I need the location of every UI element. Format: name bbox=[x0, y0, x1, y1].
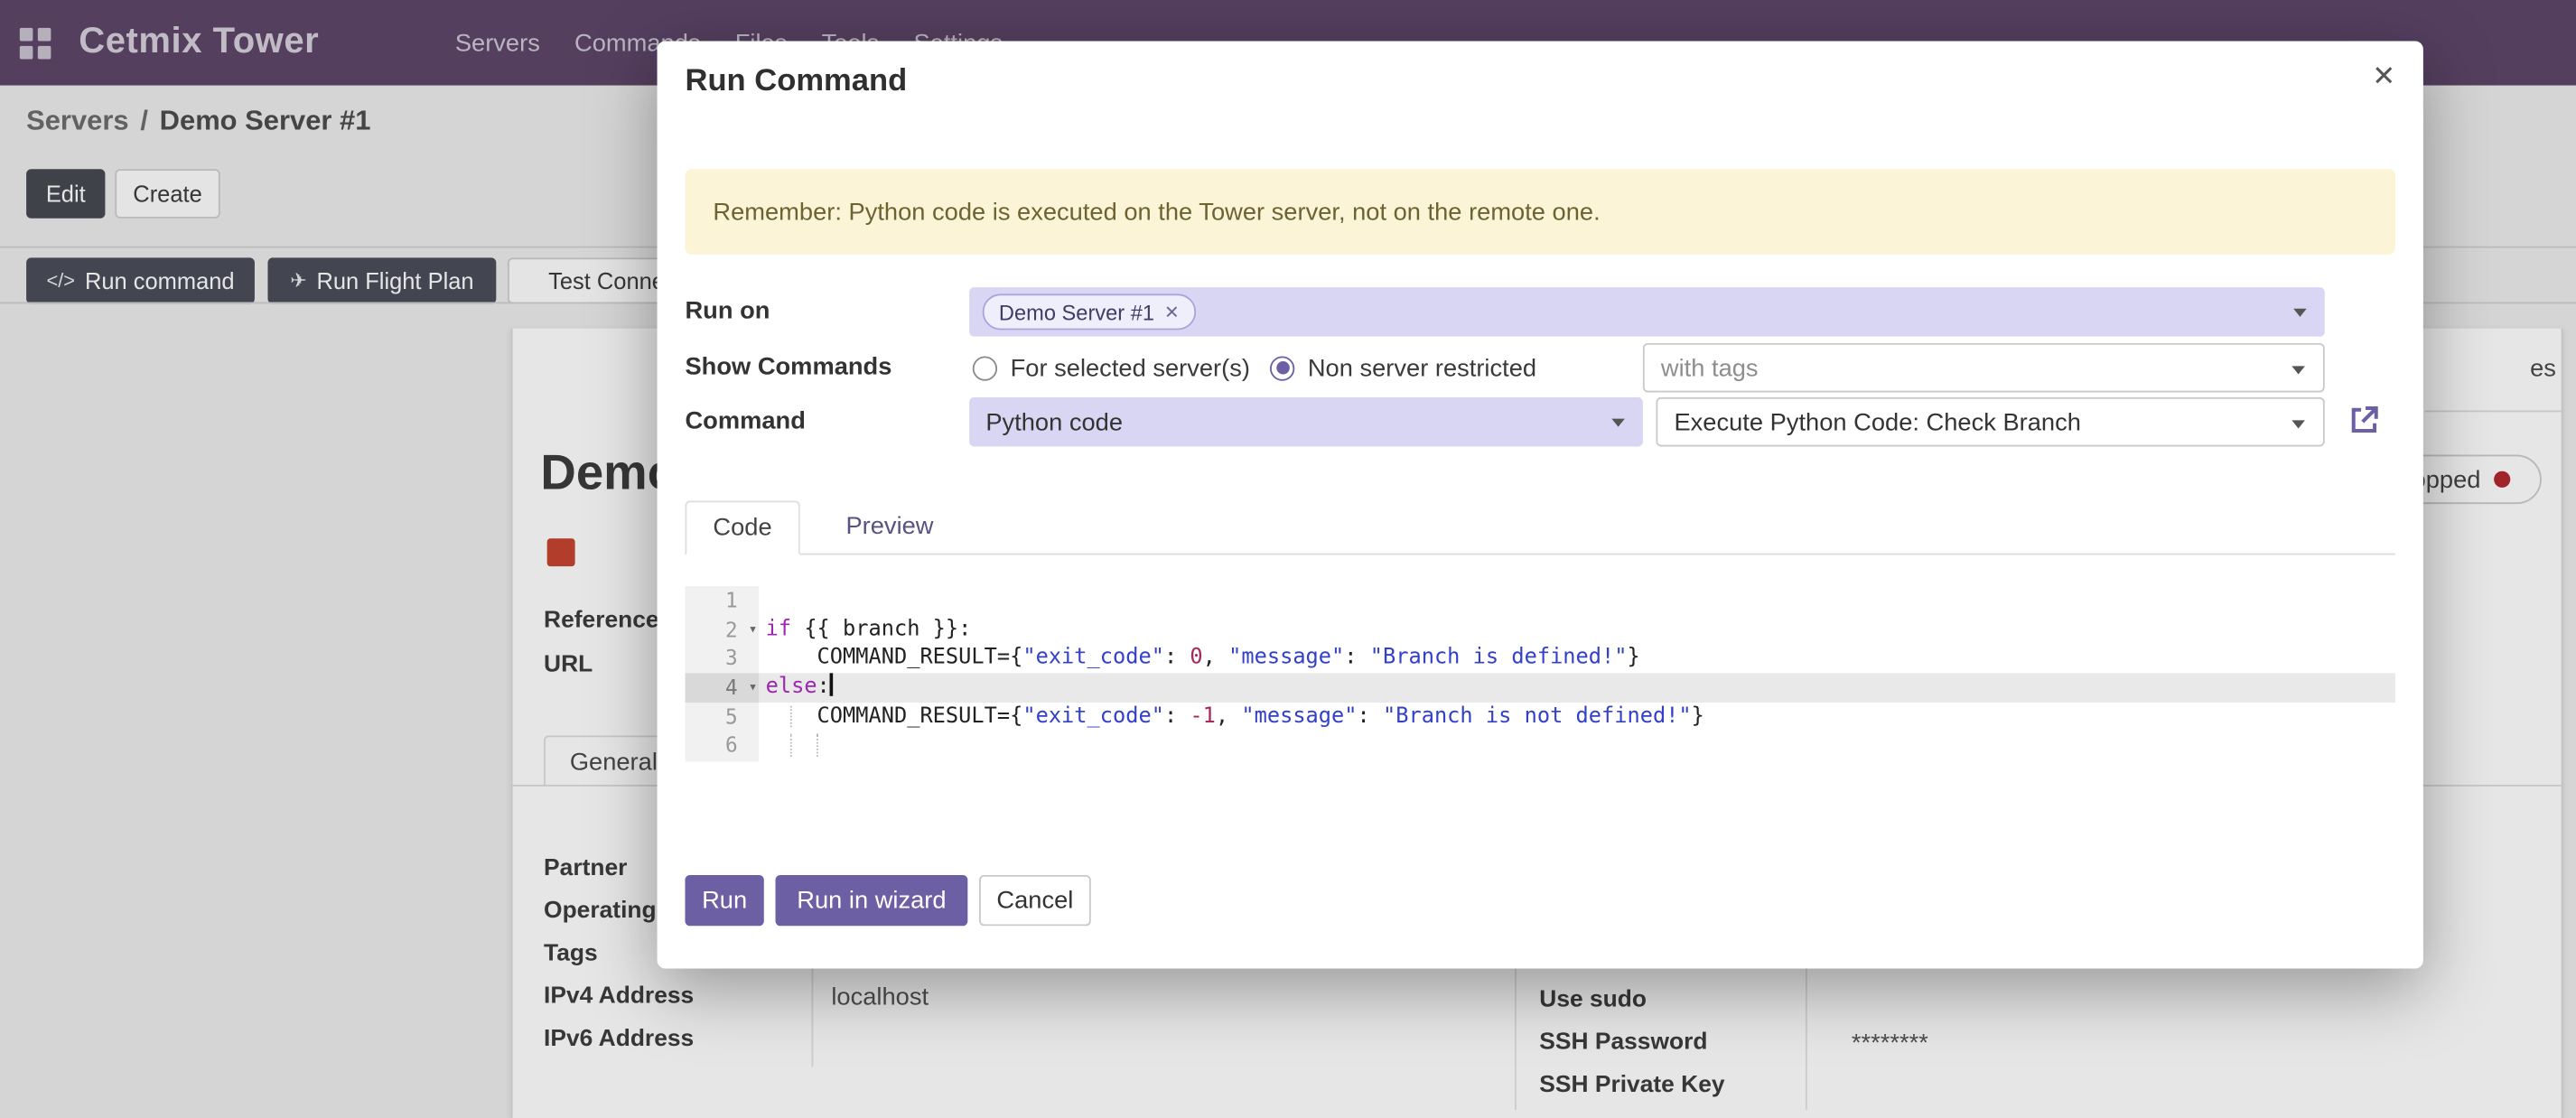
indent-guide bbox=[790, 734, 792, 757]
close-icon[interactable]: ✕ bbox=[2361, 54, 2407, 100]
indent-guide bbox=[817, 734, 818, 757]
code-line: if {{ branch }}: bbox=[759, 615, 2395, 644]
modal-tabs: Code Preview bbox=[685, 500, 2394, 554]
gutter-line-number: 1 bbox=[685, 586, 759, 615]
run-on-label: Run on bbox=[685, 297, 770, 325]
with-tags-select[interactable]: with tags bbox=[1643, 343, 2325, 393]
gutter-line-number: 5 bbox=[685, 703, 759, 731]
tab-code[interactable]: Code bbox=[685, 500, 799, 554]
code-line bbox=[759, 586, 2395, 615]
code-line: COMMAND_RESULT={"exit_code": 0, "message… bbox=[759, 644, 2395, 673]
chevron-down-icon bbox=[1611, 419, 1625, 427]
show-commands-label: Show Commands bbox=[685, 353, 891, 381]
code-line: else: bbox=[759, 673, 2395, 702]
run-command-modal: Run Command ✕ Remember: Python code is e… bbox=[658, 41, 2423, 968]
indent-guide bbox=[790, 705, 792, 728]
server-tag-chip: Demo Server #1 ✕ bbox=[983, 293, 1196, 330]
chevron-down-icon bbox=[2293, 309, 2307, 317]
radio-icon-unchecked[interactable] bbox=[973, 356, 997, 380]
command-select[interactable]: Execute Python Code: Check Branch bbox=[1656, 397, 2324, 447]
remove-tag-icon[interactable]: ✕ bbox=[1164, 302, 1180, 323]
fold-arrow-icon[interactable]: ▾ bbox=[749, 675, 758, 703]
gutter-line-number: 4▾ bbox=[685, 673, 759, 702]
code-line: COMMAND_RESULT={"exit_code": -1, "messag… bbox=[759, 703, 2395, 731]
cancel-button[interactable]: Cancel bbox=[979, 875, 1091, 926]
external-link-icon[interactable] bbox=[2346, 402, 2382, 438]
text-cursor bbox=[830, 673, 833, 695]
editor-gutter: 12▾34▾56 bbox=[685, 586, 759, 762]
warning-alert: Remember: Python code is executed on the… bbox=[685, 169, 2394, 255]
code-line bbox=[759, 731, 2395, 760]
command-type-select[interactable]: Python code bbox=[969, 397, 1643, 447]
editor-code[interactable]: if {{ branch }}: COMMAND_RESULT={"exit_c… bbox=[759, 586, 2395, 762]
tab-preview[interactable]: Preview bbox=[819, 499, 959, 554]
code-editor[interactable]: 12▾34▾56 if {{ branch }}: COMMAND_RESULT… bbox=[685, 586, 2394, 762]
radio-non-server-restricted[interactable]: Non server restricted bbox=[1270, 343, 1536, 393]
gutter-line-number: 6 bbox=[685, 731, 759, 760]
run-in-wizard-button[interactable]: Run in wizard bbox=[776, 875, 968, 926]
app-stage: Cetmix Tower ServersCommandsFilesToolsSe… bbox=[0, 0, 2576, 1118]
gutter-line-number: 3 bbox=[685, 644, 759, 673]
run-button[interactable]: Run bbox=[685, 875, 763, 926]
chevron-down-icon bbox=[2291, 420, 2305, 428]
modal-title: Run Command bbox=[685, 64, 907, 100]
radio-for-selected-servers[interactable]: For selected server(s) bbox=[973, 343, 1250, 393]
fold-arrow-icon[interactable]: ▾ bbox=[749, 617, 758, 646]
run-on-tags-field[interactable]: Demo Server #1 ✕ bbox=[969, 287, 2325, 337]
command-label: Command bbox=[685, 407, 805, 435]
chevron-down-icon bbox=[2291, 366, 2305, 374]
radio-icon-checked[interactable] bbox=[1270, 356, 1294, 380]
gutter-line-number: 2▾ bbox=[685, 615, 759, 644]
